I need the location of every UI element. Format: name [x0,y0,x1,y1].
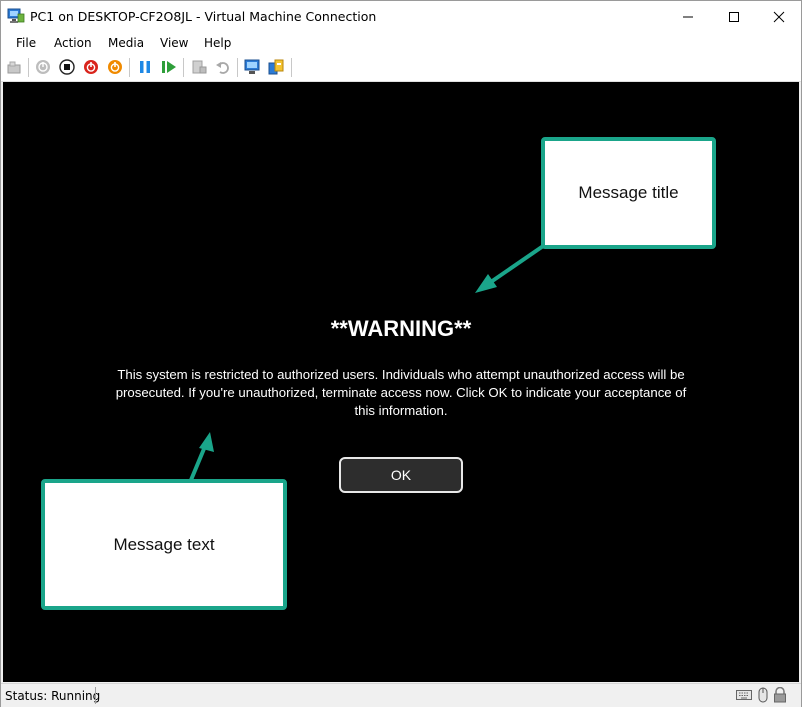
menu-media[interactable]: Media [108,36,144,50]
vm-connection-window: PC1 on DESKTOP-CF2O8JL - Virtual Machine… [0,0,802,707]
minimize-icon [683,16,693,17]
mouse-icon [758,687,768,703]
arrow-to-text [189,443,208,481]
maximize-icon [729,11,739,22]
callout-message-text: Message text [41,479,287,610]
power-icon[interactable] [107,59,123,75]
toolbar [1,54,801,82]
share-icon[interactable] [268,59,284,75]
arrowhead-to-text [199,432,214,452]
start-icon[interactable] [35,59,51,75]
lock-icon [774,687,786,703]
minimize-button[interactable] [665,1,711,32]
status-separator [95,687,96,704]
toolbar-separator [129,58,130,77]
menu-bar: File Action Media View Help [1,32,801,54]
revert-icon[interactable] [215,59,231,75]
vm-screen[interactable]: **WARNING** This system is restricted to… [3,82,799,682]
status-text: Status: Running [5,689,101,703]
checkpoint-icon[interactable] [191,59,207,75]
callout-message-title: Message title [541,137,716,249]
pause-icon[interactable] [137,59,153,75]
turn-off-icon[interactable] [59,59,75,75]
close-icon [773,11,785,22]
enhanced-session-icon[interactable] [244,59,260,75]
toolbar-separator [237,58,238,77]
arrowhead-to-title [475,274,497,293]
shut-down-icon[interactable] [83,59,99,75]
status-bar: Status: Running [1,683,801,707]
window-title: PC1 on DESKTOP-CF2O8JL - Virtual Machine… [30,9,377,24]
toolbar-separator [291,58,292,77]
toolbar-separator [28,58,29,77]
maximize-button[interactable] [711,1,757,32]
close-button[interactable] [756,1,802,32]
menu-view[interactable]: View [160,36,188,50]
ctrl-alt-del-icon[interactable] [6,59,22,75]
keyboard-icon [736,690,752,700]
toolbar-separator [183,58,184,77]
title-bar[interactable]: PC1 on DESKTOP-CF2O8JL - Virtual Machine… [1,1,801,32]
arrow-to-title [483,240,551,288]
resume-icon[interactable] [161,59,177,75]
menu-action[interactable]: Action [54,36,92,50]
vm-connection-app-icon [7,8,25,23]
menu-help[interactable]: Help [204,36,231,50]
menu-file[interactable]: File [16,36,36,50]
